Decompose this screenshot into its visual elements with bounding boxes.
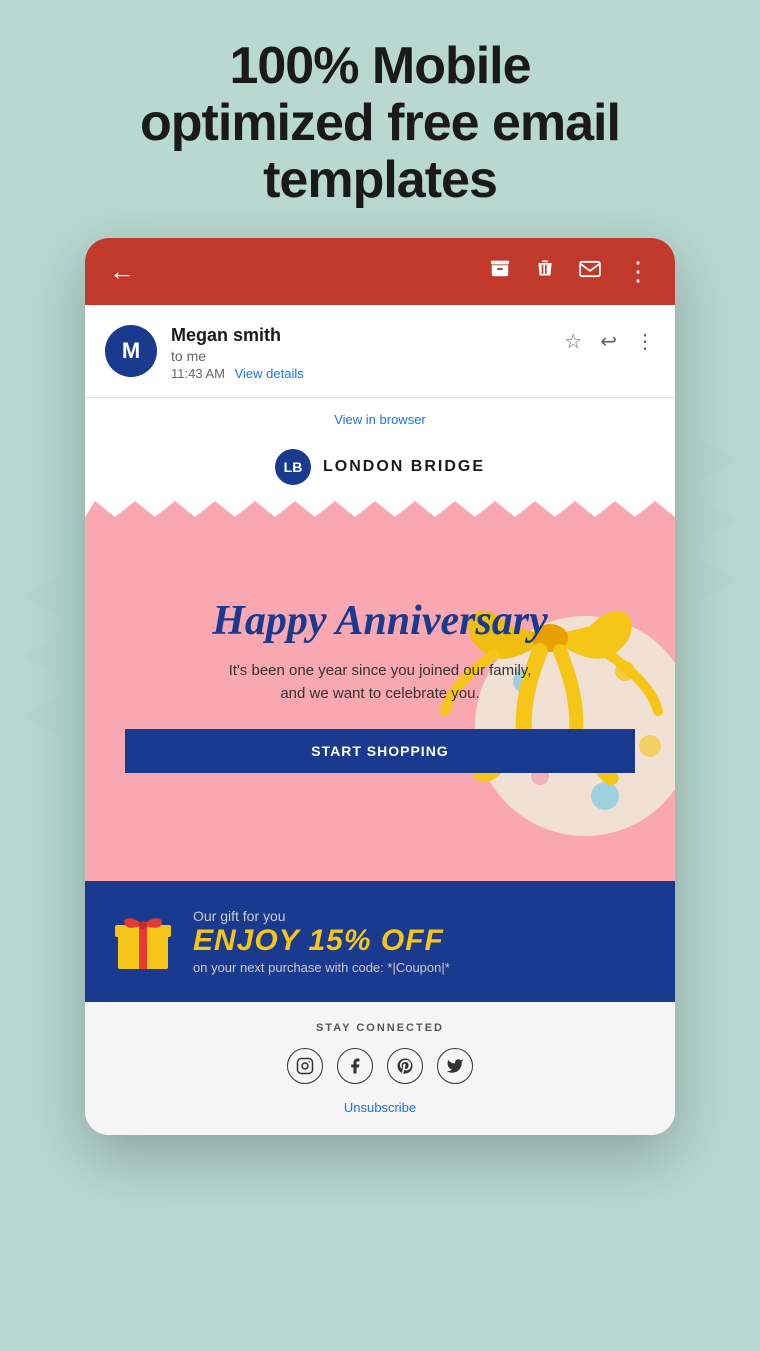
instagram-icon[interactable] bbox=[287, 1048, 323, 1084]
phone-mockup: ← ⋮ bbox=[85, 238, 675, 1135]
pinterest-icon[interactable] bbox=[387, 1048, 423, 1084]
bg-decoration-left bbox=[0, 576, 60, 776]
brand-header: LB LONDON BRIDGE bbox=[85, 441, 675, 501]
page-title: 100% Mobile optimized free email templat… bbox=[0, 0, 760, 238]
social-icons-row bbox=[105, 1048, 655, 1084]
back-button[interactable]: ← bbox=[109, 256, 135, 287]
delete-icon[interactable] bbox=[535, 257, 555, 285]
start-shopping-button[interactable]: START SHOPPING bbox=[125, 729, 635, 773]
anniversary-headline: Happy Anniversary bbox=[125, 598, 635, 644]
our-gift-label: Our gift for you bbox=[193, 908, 450, 924]
sender-time: 11:43 AM View details bbox=[171, 366, 304, 381]
brand-logo: LB bbox=[275, 449, 311, 485]
email-header: M Megan smith to me 11:43 AM View detail… bbox=[85, 305, 675, 398]
gift-box-svg bbox=[113, 905, 173, 973]
gift-section: Our gift for you ENJOY 15% OFF on your n… bbox=[85, 881, 675, 1002]
more-email-options[interactable]: ⋮ bbox=[635, 329, 655, 354]
banner-content: Happy Anniversary It's been one year sin… bbox=[85, 568, 675, 813]
zigzag-border bbox=[85, 501, 675, 517]
stay-connected-label: STAY CONNECTED bbox=[105, 1022, 655, 1034]
archive-icon[interactable] bbox=[489, 257, 511, 285]
sender-avatar: M bbox=[105, 325, 157, 377]
more-options-icon[interactable]: ⋮ bbox=[625, 256, 651, 287]
email-action-buttons: ☆ ↩ ⋮ bbox=[564, 329, 655, 354]
view-in-browser-link[interactable]: View in browser bbox=[85, 398, 675, 441]
bg-decoration-right bbox=[700, 440, 760, 640]
facebook-icon[interactable] bbox=[337, 1048, 373, 1084]
anniversary-banner: Happy Anniversary It's been one year sin… bbox=[85, 501, 675, 881]
email-body: View in browser LB LONDON BRIDGE Happy A… bbox=[85, 398, 675, 1135]
anniversary-subtext: It's been one year since you joined our … bbox=[125, 660, 635, 705]
unsubscribe-link[interactable]: Unsubscribe bbox=[105, 1100, 655, 1115]
reply-button[interactable]: ↩ bbox=[600, 329, 617, 354]
view-details-link[interactable]: View details bbox=[235, 366, 304, 381]
gift-icon bbox=[113, 905, 173, 978]
sender-name: Megan smith bbox=[171, 325, 304, 346]
gift-text-block: Our gift for you ENJOY 15% OFF on your n… bbox=[193, 908, 450, 975]
sender-to: to me bbox=[171, 348, 304, 364]
coupon-text: on your next purchase with code: *|Coupo… bbox=[193, 960, 450, 975]
email-icon[interactable] bbox=[579, 258, 601, 284]
discount-text: ENJOY 15% OFF bbox=[193, 924, 450, 958]
star-button[interactable]: ☆ bbox=[564, 329, 582, 354]
email-footer: STAY CONNECTED bbox=[85, 1002, 675, 1135]
twitter-icon[interactable] bbox=[437, 1048, 473, 1084]
gmail-toolbar: ← ⋮ bbox=[85, 238, 675, 305]
brand-name: LONDON BRIDGE bbox=[323, 458, 485, 476]
